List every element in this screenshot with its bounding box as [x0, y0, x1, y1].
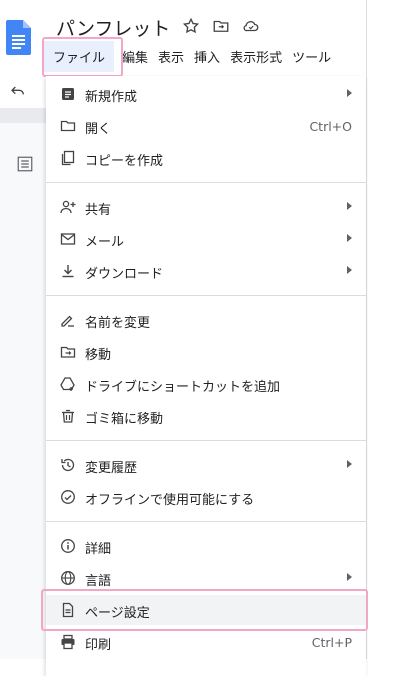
menu-separator: [46, 440, 366, 441]
menu-format[interactable]: 表示形式: [225, 47, 287, 66]
menu-view[interactable]: 表示: [153, 47, 189, 66]
print-label: 印刷: [85, 638, 112, 653]
menu-item-email[interactable]: メール: [46, 224, 366, 254]
trash-icon: [60, 408, 76, 424]
rename-pencil-icon: [60, 312, 76, 328]
trash-label: ゴミ箱に移動: [85, 412, 164, 427]
menu-separator: [46, 521, 366, 522]
menu-item-history[interactable]: 変更履歴: [46, 450, 366, 480]
copy-label: コピーを作成: [85, 154, 164, 169]
menu-item-open[interactable]: 開く Ctrl+O: [46, 111, 366, 141]
menu-item-trash[interactable]: ゴミ箱に移動: [46, 401, 366, 431]
page-setup-highlight: [41, 589, 368, 631]
submenu-arrow-icon: [347, 266, 352, 274]
menu-item-rename[interactable]: 名前を変更: [46, 305, 366, 335]
docs-logo-icon[interactable]: [6, 20, 31, 55]
submenu-arrow-icon: [347, 202, 352, 210]
menu-item-share[interactable]: 共有: [46, 192, 366, 222]
email-label: メール: [85, 235, 125, 250]
add-shortcut-label: ドライブにショートカットを追加: [85, 380, 281, 395]
history-icon: [60, 457, 76, 473]
right-panel-border: [366, 0, 367, 659]
details-label: 詳細: [85, 542, 112, 557]
move-folder-icon: [60, 344, 76, 360]
mail-icon: [60, 231, 76, 247]
file-menu-highlight: [42, 37, 123, 77]
menu-item-new[interactable]: 新規作成: [46, 79, 366, 109]
menu-insert[interactable]: 挿入: [189, 47, 225, 66]
open-label: 開く: [85, 122, 112, 137]
new-label: 新規作成: [85, 90, 138, 105]
menu-item-move[interactable]: 移動: [46, 337, 366, 367]
share-person-add-icon: [60, 199, 76, 215]
folder-open-icon: [60, 118, 76, 134]
cloud-status-icon[interactable]: [242, 17, 260, 35]
menu-item-print[interactable]: 印刷 Ctrl+P: [46, 627, 366, 657]
new-document-icon: [60, 86, 76, 102]
menu-item-details[interactable]: 詳細: [46, 531, 366, 561]
print-shortcut: Ctrl+P: [311, 635, 352, 650]
rename-label: 名前を変更: [85, 316, 151, 331]
file-menu-dropdown: 新規作成 開く Ctrl+O コピーを作成 共有 メール ダウンロード 名前を変…: [46, 76, 366, 676]
drive-shortcut-icon: [60, 376, 76, 392]
copy-icon: [60, 150, 76, 166]
globe-icon: [60, 570, 76, 586]
language-label: 言語: [85, 574, 112, 589]
menu-item-copy[interactable]: コピーを作成: [46, 143, 366, 173]
ruler: [0, 108, 46, 123]
printer-icon: [60, 634, 76, 650]
menu-separator: [46, 295, 366, 296]
download-icon: [60, 263, 76, 279]
document-canvas: [0, 123, 46, 659]
offline-label: オフラインで使用可能にする: [85, 493, 255, 508]
submenu-arrow-icon: [347, 460, 352, 468]
undo-icon[interactable]: [10, 83, 26, 103]
info-icon: [60, 538, 76, 554]
history-label: 変更履歴: [85, 461, 138, 476]
menu-item-download[interactable]: ダウンロード: [46, 256, 366, 286]
submenu-arrow-icon: [347, 234, 352, 242]
menu-tools[interactable]: ツール: [287, 47, 336, 66]
move-folder-icon[interactable]: [212, 17, 230, 35]
document-outline-icon[interactable]: [16, 155, 34, 177]
menu-separator: [46, 182, 366, 183]
star-icon[interactable]: [182, 17, 200, 35]
open-shortcut: Ctrl+O: [309, 119, 352, 134]
menu-item-add-shortcut[interactable]: ドライブにショートカットを追加: [46, 369, 366, 399]
offline-check-icon: [60, 489, 76, 505]
download-label: ダウンロード: [85, 267, 164, 282]
move-label: 移動: [85, 348, 112, 363]
share-label: 共有: [85, 203, 112, 218]
submenu-arrow-icon: [347, 573, 352, 581]
submenu-arrow-icon: [347, 89, 352, 97]
menu-item-offline[interactable]: オフラインで使用可能にする: [46, 482, 366, 512]
